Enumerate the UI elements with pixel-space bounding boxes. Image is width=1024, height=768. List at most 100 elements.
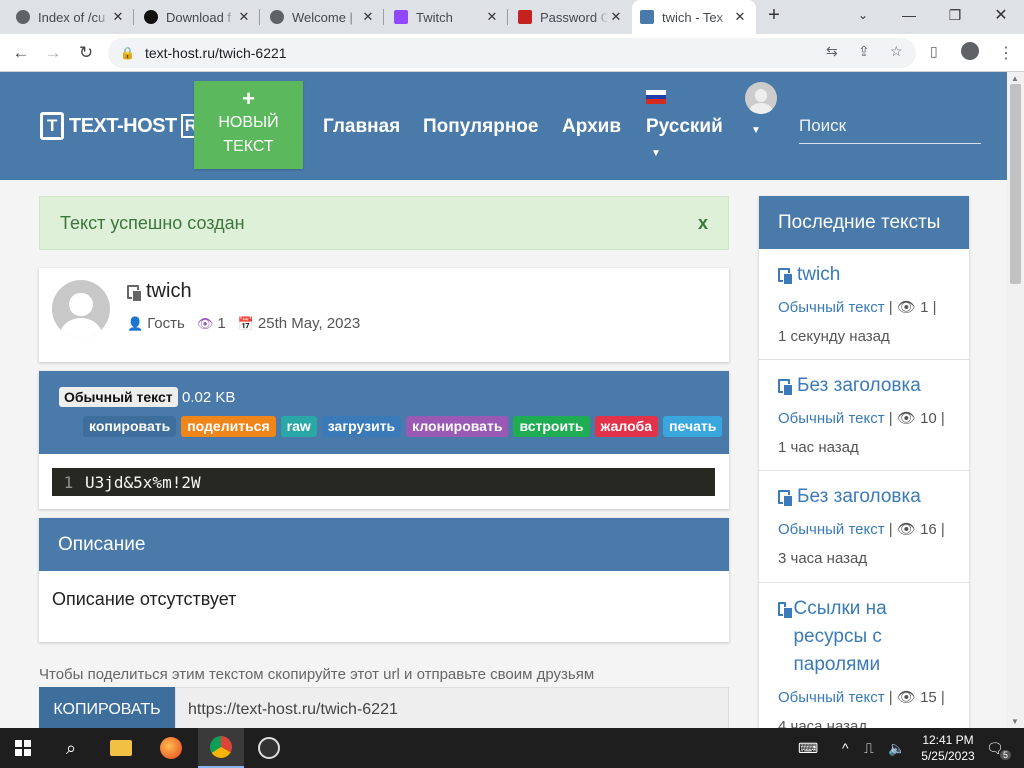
recent-item-title[interactable]: Без заголовка — [778, 483, 950, 511]
copy-action-button[interactable]: копировать — [83, 416, 177, 437]
minimize-button[interactable]: — — [886, 0, 932, 30]
eye-icon: 👁 — [896, 521, 916, 538]
side-panel-icon[interactable]: ▯ — [930, 43, 938, 60]
recent-item-title[interactable]: Без заголовка — [778, 372, 950, 400]
share-icon[interactable]: ⇪ — [858, 43, 870, 60]
reload-icon[interactable]: ↻ — [73, 40, 99, 66]
eye-icon: 👁 — [896, 299, 916, 316]
user-menu-caret-icon[interactable]: ▼ — [751, 125, 761, 136]
print-action-button[interactable]: печать — [663, 416, 723, 437]
recent-title-text[interactable]: twich — [797, 261, 840, 289]
search-input[interactable] — [799, 108, 981, 144]
new-text-button[interactable]: + НОВЫЙ ТЕКСТ — [194, 81, 303, 169]
recent-views: 16 — [920, 521, 937, 538]
tab-text-host[interactable]: twich - Tex ✕ — [632, 0, 756, 34]
site-logo[interactable]: T TEXT-HOST RU — [40, 112, 213, 140]
recent-type-link[interactable]: Обычный текст — [778, 689, 885, 706]
share-hint: Чтобы поделиться этим текстом скопируйте… — [39, 666, 595, 683]
raw-action-button[interactable]: raw — [280, 416, 317, 437]
document-icon — [127, 284, 142, 302]
tab-twitch[interactable]: Twitch ✕ — [386, 0, 508, 34]
recent-texts-sidebar: Последние тексты twich Обычный текст | 👁… — [759, 196, 969, 728]
close-icon[interactable]: ✕ — [608, 9, 624, 25]
back-arrow-icon[interactable]: ← — [8, 40, 34, 66]
logo-text: TEXT-HOST — [69, 114, 177, 137]
recent-item-title[interactable]: Ссылки на ресурсы с паролями — [778, 595, 950, 679]
recent-views: 15 — [920, 689, 937, 706]
tab-title: Index of /cu — [38, 9, 106, 25]
tray-chevron-icon[interactable]: ^ — [842, 740, 849, 756]
alert-close-button[interactable]: x — [698, 213, 708, 234]
report-action-button[interactable]: жалоба — [594, 416, 659, 437]
menu-dots-icon[interactable]: ⋮ — [998, 43, 1014, 63]
page-scrollbar[interactable]: ▲ ▼ — [1007, 72, 1024, 728]
paste-date: 25th May, 2023 — [257, 315, 361, 332]
recent-title-text[interactable]: Без заголовка — [797, 483, 921, 511]
recent-item: Без заголовка Обычный текст | 👁 10 | 1 ча… — [759, 360, 969, 471]
paste-title-text: twich — [146, 280, 192, 302]
close-icon[interactable]: ✕ — [110, 9, 126, 25]
paste-meta: 👤 Гость 👁 1 📅 25th May, 2023 — [127, 315, 372, 332]
scroll-up-icon[interactable]: ▲ — [1011, 74, 1019, 83]
user-avatar[interactable] — [745, 82, 777, 114]
volume-icon[interactable]: 🔈 — [888, 740, 905, 757]
scrollbar-thumb[interactable] — [1010, 84, 1021, 284]
chrome-icon[interactable] — [198, 728, 244, 768]
recent-item-title[interactable]: twich — [778, 261, 950, 289]
close-window-button[interactable]: ✕ — [978, 0, 1024, 30]
line-number: 1 — [63, 472, 74, 492]
nav-popular[interactable]: Популярное — [423, 116, 538, 138]
tab-welcome[interactable]: Welcome | ✕ — [262, 0, 384, 34]
nav-home[interactable]: Главная — [323, 116, 400, 138]
recent-item: twich Обычный текст | 👁 1 | 1 секунду наз… — [759, 249, 969, 360]
code-block[interactable]: 1 U3jd&5x%m!2W — [52, 468, 715, 496]
embed-action-button[interactable]: встроить — [513, 416, 590, 437]
star-icon[interactable]: ☆ — [890, 43, 903, 60]
share-url-field[interactable]: https://text-host.ru/twich-6221 — [175, 687, 729, 728]
recent-type-link[interactable]: Обычный текст — [778, 521, 885, 538]
tab-title: Password G — [540, 9, 608, 25]
address-bar[interactable]: 🔒 text-host.ru/twich-6221 — [108, 38, 916, 68]
restore-button[interactable]: ❐ — [932, 0, 978, 30]
notification-count: 5 — [1000, 750, 1012, 760]
tab-search-chevron-icon[interactable]: ⌄ — [840, 0, 886, 30]
nav-language[interactable]: Русский — [646, 116, 723, 138]
keyboard-icon[interactable]: ⌨ — [798, 740, 818, 757]
globe-fav-icon — [270, 10, 284, 24]
recent-title-text[interactable]: Без заголовка — [797, 372, 921, 400]
nav-archive[interactable]: Архив — [562, 116, 621, 138]
sidebar-header: Последние тексты — [759, 196, 969, 249]
recent-title-text[interactable]: Ссылки на ресурсы с паролями — [793, 595, 950, 679]
download-action-button[interactable]: загрузить — [321, 416, 402, 437]
system-clock[interactable]: 12:41 PM 5/25/2023 — [916, 732, 980, 764]
clone-action-button[interactable]: клонировать — [406, 416, 509, 437]
profile-icon[interactable] — [961, 42, 979, 60]
file-explorer-icon[interactable] — [98, 728, 144, 768]
close-icon[interactable]: ✕ — [360, 9, 376, 25]
tab-index[interactable]: Index of /cu ✕ — [8, 0, 134, 34]
network-icon[interactable]: ⎍ — [864, 740, 874, 757]
new-tab-button[interactable]: + — [754, 0, 794, 30]
tab-password[interactable]: Password G ✕ — [510, 0, 632, 34]
share-action-button[interactable]: поделиться — [181, 416, 276, 437]
scroll-down-icon[interactable]: ▼ — [1011, 717, 1019, 726]
code-text[interactable]: U3jd&5x%m!2W — [85, 473, 201, 492]
recent-type-link[interactable]: Обычный текст — [778, 299, 885, 316]
close-icon[interactable]: ✕ — [236, 9, 252, 25]
firefox-icon[interactable] — [148, 728, 194, 768]
tab-download[interactable]: Download f ✕ — [136, 0, 260, 34]
copy-url-button[interactable]: КОПИРОВАТЬ — [39, 687, 175, 728]
language-caret-icon[interactable]: ▼ — [651, 148, 661, 159]
recent-type-link[interactable]: Обычный текст — [778, 410, 885, 427]
eye-icon: 👁 — [196, 315, 214, 331]
translate-icon[interactable]: ⇆ — [826, 43, 838, 60]
obs-icon[interactable] — [246, 728, 292, 768]
close-icon[interactable]: ✕ — [732, 9, 748, 25]
close-icon[interactable]: ✕ — [484, 9, 500, 25]
paste-title: twich — [127, 280, 192, 303]
paste-views: 1 — [217, 315, 226, 332]
search-icon[interactable]: ⌕ — [48, 728, 94, 768]
windows-taskbar: ⌕ ⌨ ^ ⎍ 🔈 12:41 PM 5/25/2023 🗨 5 — [0, 728, 1024, 768]
windows-start-icon[interactable] — [0, 728, 46, 768]
forward-arrow-icon[interactable]: → — [40, 40, 66, 66]
